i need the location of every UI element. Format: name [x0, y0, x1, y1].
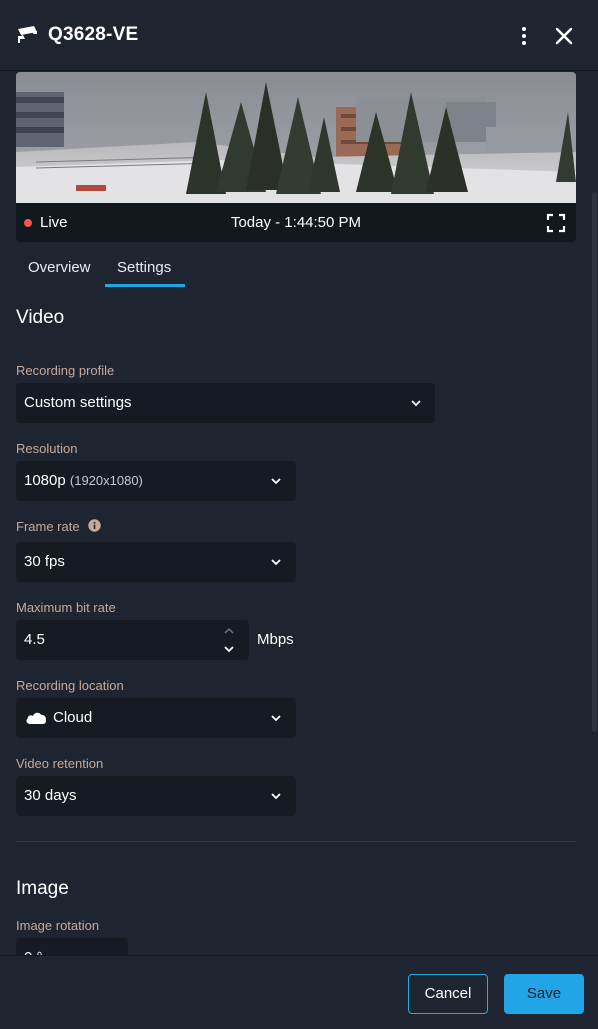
frame-rate-select[interactable]: 30 fps: [16, 542, 296, 582]
settings-scroll-area[interactable]: Live Today - 1:44:50 PM Overview Setting…: [0, 72, 598, 955]
frame-rate-label: Frame rate: [16, 519, 80, 534]
scrollbar-thumb[interactable]: [592, 192, 597, 732]
chevron-down-icon: [411, 400, 421, 407]
tab-settings[interactable]: Settings: [117, 259, 171, 276]
decrement-icon[interactable]: [222, 643, 236, 655]
video-retention-value: 30 days: [24, 787, 77, 804]
recording-profile-value: Custom settings: [24, 394, 132, 411]
tab-bar: Overview Settings: [16, 252, 576, 288]
page-title: Q3628-VE: [48, 24, 139, 45]
max-bit-rate-label: Maximum bit rate: [16, 600, 116, 615]
save-button[interactable]: Save: [504, 974, 584, 1014]
bit-rate-unit: Mbps: [257, 631, 294, 648]
info-icon[interactable]: [88, 519, 101, 532]
frame-rate-value: 30 fps: [24, 553, 65, 570]
chevron-down-icon: [271, 793, 281, 800]
image-rotation-select[interactable]: 0 °: [16, 938, 128, 955]
cancel-button[interactable]: Cancel: [408, 974, 488, 1014]
section-title-video: Video: [16, 307, 65, 328]
chevron-down-icon: [271, 559, 281, 566]
max-bit-rate-input[interactable]: 4.5: [16, 620, 249, 660]
resolution-select[interactable]: 1080p (1920x1080): [16, 461, 296, 501]
recording-profile-label: Recording profile: [16, 363, 115, 378]
panel-header: Q3628-VE: [0, 0, 598, 71]
recording-location-label: Recording location: [16, 678, 124, 693]
close-icon[interactable]: [552, 24, 576, 48]
camera-snapshot: [16, 72, 576, 203]
security-camera-icon: [18, 26, 37, 43]
recording-location-value: Cloud: [53, 709, 93, 726]
recording-location-select[interactable]: Cloud: [16, 698, 296, 738]
chevron-down-icon: [271, 478, 281, 485]
preview-status-bar: Live Today - 1:44:50 PM: [16, 203, 576, 242]
video-preview[interactable]: Live Today - 1:44:50 PM: [16, 72, 576, 242]
panel-footer: Cancel Save: [0, 955, 598, 1029]
image-rotation-label: Image rotation: [16, 918, 100, 933]
video-retention-select[interactable]: 30 days: [16, 776, 296, 816]
active-tab-indicator: [105, 284, 185, 287]
chevron-down-icon: [271, 715, 281, 722]
section-divider: [16, 841, 576, 842]
fullscreen-icon[interactable]: [546, 213, 566, 233]
section-title-image: Image: [16, 878, 69, 899]
resolution-detail: (1920x1080): [69, 473, 143, 488]
recording-profile-select[interactable]: Custom settings: [16, 383, 435, 423]
resolution-label: Resolution: [16, 441, 78, 456]
preview-timestamp: Today - 1:44:50 PM: [230, 214, 362, 231]
video-retention-label: Video retention: [16, 756, 104, 771]
tab-overview[interactable]: Overview: [28, 259, 91, 276]
increment-icon[interactable]: [222, 625, 236, 637]
resolution-value: 1080p (1920x1080): [24, 472, 143, 489]
more-options-icon[interactable]: [512, 24, 536, 48]
camera-settings-panel: Q3628-VE Live Today - 1:44:50 PM Overvie…: [0, 0, 598, 1029]
max-bit-rate-value: 4.5: [24, 631, 45, 648]
cloud-icon: [26, 712, 46, 724]
